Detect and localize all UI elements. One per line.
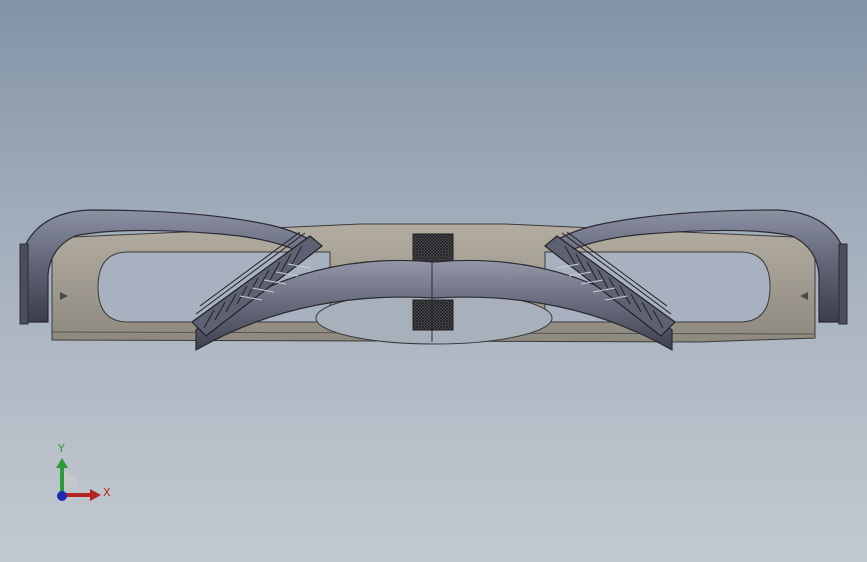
left-end-tab [19, 243, 29, 325]
triad-plane-icon [62, 472, 78, 488]
z-axis-icon [57, 491, 67, 501]
lower-spring-block [412, 299, 454, 331]
gripper-3d-model[interactable] [0, 0, 867, 562]
upper-spring-block [412, 233, 454, 265]
right-end-tab [838, 243, 848, 325]
x-axis-label: X [103, 486, 111, 499]
y-axis-label: Y [58, 442, 65, 455]
cad-viewport[interactable]: Y X [0, 0, 867, 562]
